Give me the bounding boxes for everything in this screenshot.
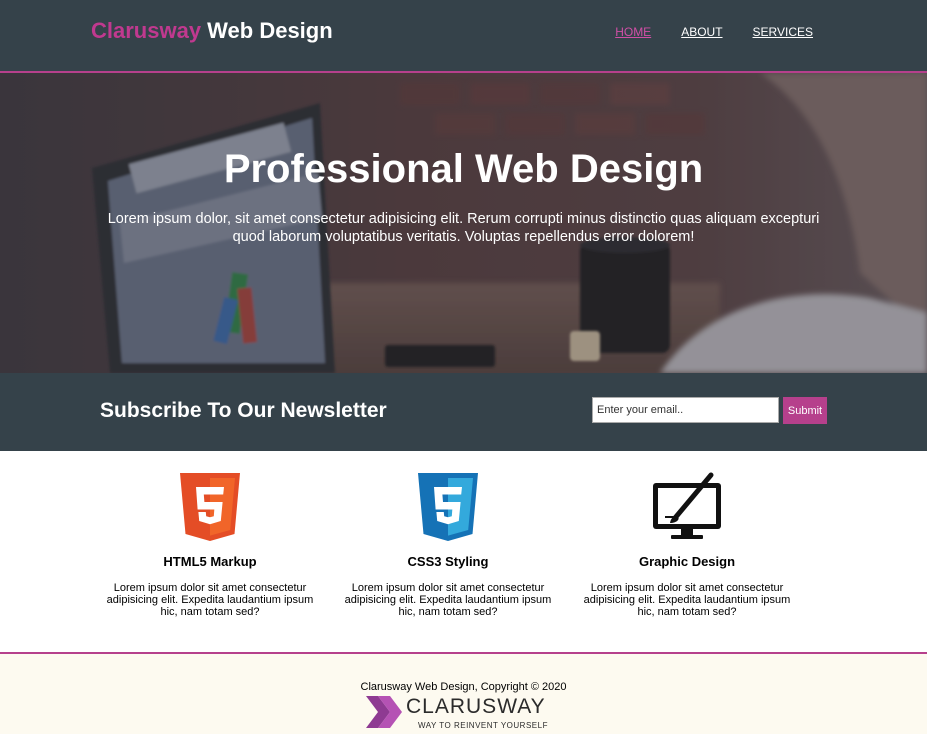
logo-accent-text: Clarusway (91, 18, 202, 43)
css3-icon (418, 473, 478, 541)
html5-icon (180, 473, 240, 541)
clarusway-brand-logo: CLARUSWAY WAY TO REINVENT YOURSELF (362, 692, 572, 736)
chevron-logo-icon (366, 696, 402, 728)
brand-name: CLARUSWAY (406, 695, 546, 718)
site-header: Clarusway Web Design HOME ABOUT SERVICES (0, 0, 927, 73)
graphic-design-icon (653, 472, 721, 539)
feature-title: CSS3 Styling (407, 554, 489, 569)
newsletter-heading: Subscribe To Our Newsletter (100, 399, 387, 422)
feature-description: Lorem ipsum dolor sit amet consectetur a… (106, 582, 314, 618)
site-footer: Clarusway Web Design, Copyright © 2020 C… (0, 652, 927, 734)
feature-description: Lorem ipsum dolor sit amet consectetur a… (344, 582, 552, 618)
feature-title: Graphic Design (638, 554, 736, 569)
nav-link-about[interactable]: ABOUT (681, 25, 722, 39)
main-nav: HOME ABOUT SERVICES (615, 25, 813, 39)
features-section: HTML5 Markup Lorem ipsum dolor sit amet … (0, 451, 927, 652)
newsletter-section: Subscribe To Our Newsletter Submit (0, 373, 927, 451)
submit-button[interactable]: Submit (783, 397, 827, 424)
feature-description: Lorem ipsum dolor sit amet consectetur a… (583, 582, 791, 618)
brand-tagline: WAY TO REINVENT YOURSELF (418, 721, 548, 730)
logo-text: Web Design (201, 18, 333, 43)
nav-link-services[interactable]: SERVICES (753, 25, 813, 39)
nav-link-home[interactable]: HOME (615, 25, 651, 39)
hero-showcase: Professional Web Design Lorem ipsum dolo… (0, 73, 927, 373)
feature-title: HTML5 Markup (163, 554, 257, 569)
email-input[interactable] (592, 397, 779, 423)
hero-title: Professional Web Design (223, 147, 704, 191)
site-logo[interactable]: Clarusway Web Design (91, 18, 333, 44)
hero-description: Lorem ipsum dolor, sit amet consectetur … (107, 211, 820, 245)
